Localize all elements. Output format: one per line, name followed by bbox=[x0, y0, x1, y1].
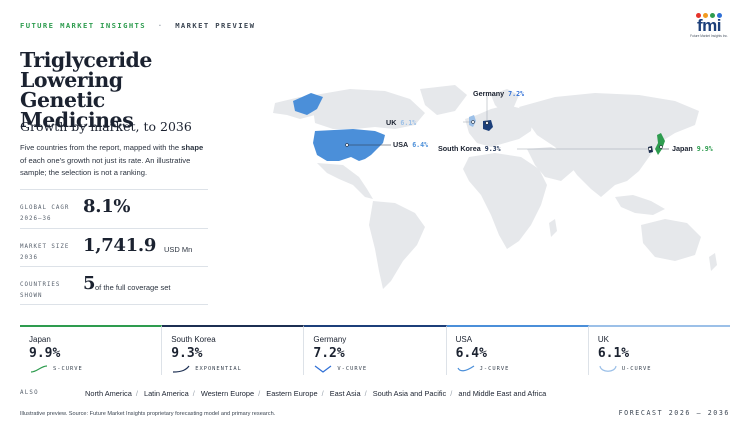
stat-label: MARKET SIZE 2036 bbox=[20, 243, 70, 261]
land-se-asia bbox=[615, 195, 665, 215]
region-link[interactable]: North America bbox=[85, 389, 132, 398]
card-country: USA bbox=[455, 335, 473, 344]
card-growth: 6.1% bbox=[597, 346, 630, 361]
top-bar: FUTURE MARKET INSIGHTS · MARKET PREVIEW bbox=[20, 21, 255, 30]
map-label-japan: Japan 9.9% bbox=[672, 144, 713, 153]
v-curve-icon bbox=[315, 365, 332, 373]
region-link[interactable]: South Asia and Pacific bbox=[373, 389, 447, 398]
also-label: ALSO bbox=[20, 390, 39, 396]
s-curve-icon bbox=[30, 365, 48, 373]
forecast-period: FORECAST 2026 – 2036 bbox=[618, 409, 730, 417]
region-link[interactable]: Eastern Europe bbox=[266, 389, 317, 398]
country-cards: Japan 9.9% S-CURVE South Korea 9.3% EXPO… bbox=[20, 325, 731, 375]
separator: · bbox=[157, 21, 164, 30]
land-madagascar bbox=[549, 219, 557, 237]
card-germany[interactable]: Germany 7.2% V-CURVE bbox=[304, 325, 447, 375]
card-growth: 6.4% bbox=[455, 346, 487, 361]
card-shape: J-CURVE bbox=[479, 366, 510, 372]
card-shape: S-CURVE bbox=[53, 366, 83, 372]
card-growth: 9.9% bbox=[29, 346, 61, 361]
map-label-south-korea: South Korea 9.3% bbox=[438, 144, 501, 153]
j-curve-icon bbox=[457, 365, 474, 372]
card-uk[interactable]: UK 6.1% U-CURVE bbox=[588, 325, 731, 375]
region-link[interactable]: East Asia bbox=[330, 389, 361, 398]
map-label-usa: USA 6.4% bbox=[393, 140, 428, 149]
card-country: UK bbox=[597, 335, 609, 344]
page-subtitle: Growth by market, to 2036 bbox=[20, 119, 192, 134]
u-curve-icon bbox=[599, 365, 617, 372]
card-japan[interactable]: Japan 9.9% S-CURVE bbox=[20, 325, 163, 375]
description: Five countries from the report, mapped w… bbox=[20, 143, 204, 177]
card-usa[interactable]: USA 6.4% J-CURVE bbox=[446, 325, 589, 375]
page-title: Triglyceride Lowering Genetic Medicines bbox=[20, 48, 152, 132]
stat-market-size: MARKET SIZE 2036 1,741.9 USD Mn bbox=[20, 227, 208, 267]
card-growth: 7.2% bbox=[313, 346, 345, 361]
world-map: Germany 7.2% UK 6.1% USA 6.4% South Korea 9.… bbox=[255, 85, 730, 300]
stat-unit: of the full coverage set bbox=[95, 283, 171, 292]
card-south-korea[interactable]: South Korea 9.3% EXPONENTIAL bbox=[162, 325, 305, 375]
logo-wordmark: fmi bbox=[697, 16, 722, 35]
stat-unit: USD Mn bbox=[164, 244, 193, 254]
land-south-america bbox=[369, 201, 425, 289]
land-africa bbox=[463, 153, 547, 249]
brand-name: FUTURE MARKET INSIGHTS bbox=[20, 21, 146, 30]
fmi-logo[interactable]: fmi Future Market Insights Inc. bbox=[686, 13, 732, 41]
section-label: MARKET PREVIEW bbox=[175, 21, 256, 30]
region-link[interactable]: and Middle East and Africa bbox=[458, 389, 546, 398]
stat-label: GLOBAL CAGR 2026–36 bbox=[20, 205, 70, 222]
stat-value: 1,741.9 bbox=[83, 234, 157, 256]
land-new-zealand bbox=[709, 253, 717, 271]
card-growth: 9.3% bbox=[171, 346, 203, 361]
world-map-svg: Germany 7.2% UK 6.1% USA 6.4% South Korea 9.… bbox=[273, 85, 717, 289]
card-shape: EXPONENTIAL bbox=[195, 366, 242, 372]
stat-value: 8.1% bbox=[83, 196, 131, 217]
logo-tagline: Future Market Insights Inc. bbox=[690, 34, 728, 38]
regions-list: North America / Latin America / Western Eu… bbox=[85, 389, 547, 398]
stat-countries: COUNTRIES SHOWN 5 of the full coverage s… bbox=[20, 266, 208, 305]
stats-block: GLOBAL CAGR 2026–36 8.1% MARKET SIZE 203… bbox=[20, 189, 208, 305]
card-shape: V-CURVE bbox=[337, 366, 368, 372]
stat-global-cagr: GLOBAL CAGR 2026–36 8.1% bbox=[20, 189, 208, 228]
map-label-germany: Germany 7.2% bbox=[473, 89, 524, 98]
map-label-uk: UK 6.1% bbox=[386, 118, 416, 127]
land-masses bbox=[273, 85, 717, 289]
land-greenland bbox=[420, 85, 467, 115]
land-mexico bbox=[317, 163, 373, 199]
exponential-curve-icon bbox=[173, 365, 190, 373]
card-country: Germany bbox=[313, 335, 347, 344]
card-country: South Korea bbox=[171, 335, 216, 344]
land-australia bbox=[641, 219, 701, 261]
card-shape: U-CURVE bbox=[621, 366, 652, 372]
region-link[interactable]: Western Europe bbox=[201, 389, 254, 398]
source-footnote: Illustrative preview. Source: Future Mar… bbox=[20, 411, 276, 417]
stat-value: 5 bbox=[83, 273, 96, 294]
card-country: Japan bbox=[29, 335, 51, 344]
stat-label: COUNTRIES SHOWN bbox=[20, 282, 61, 299]
region-link[interactable]: Latin America bbox=[144, 389, 189, 398]
